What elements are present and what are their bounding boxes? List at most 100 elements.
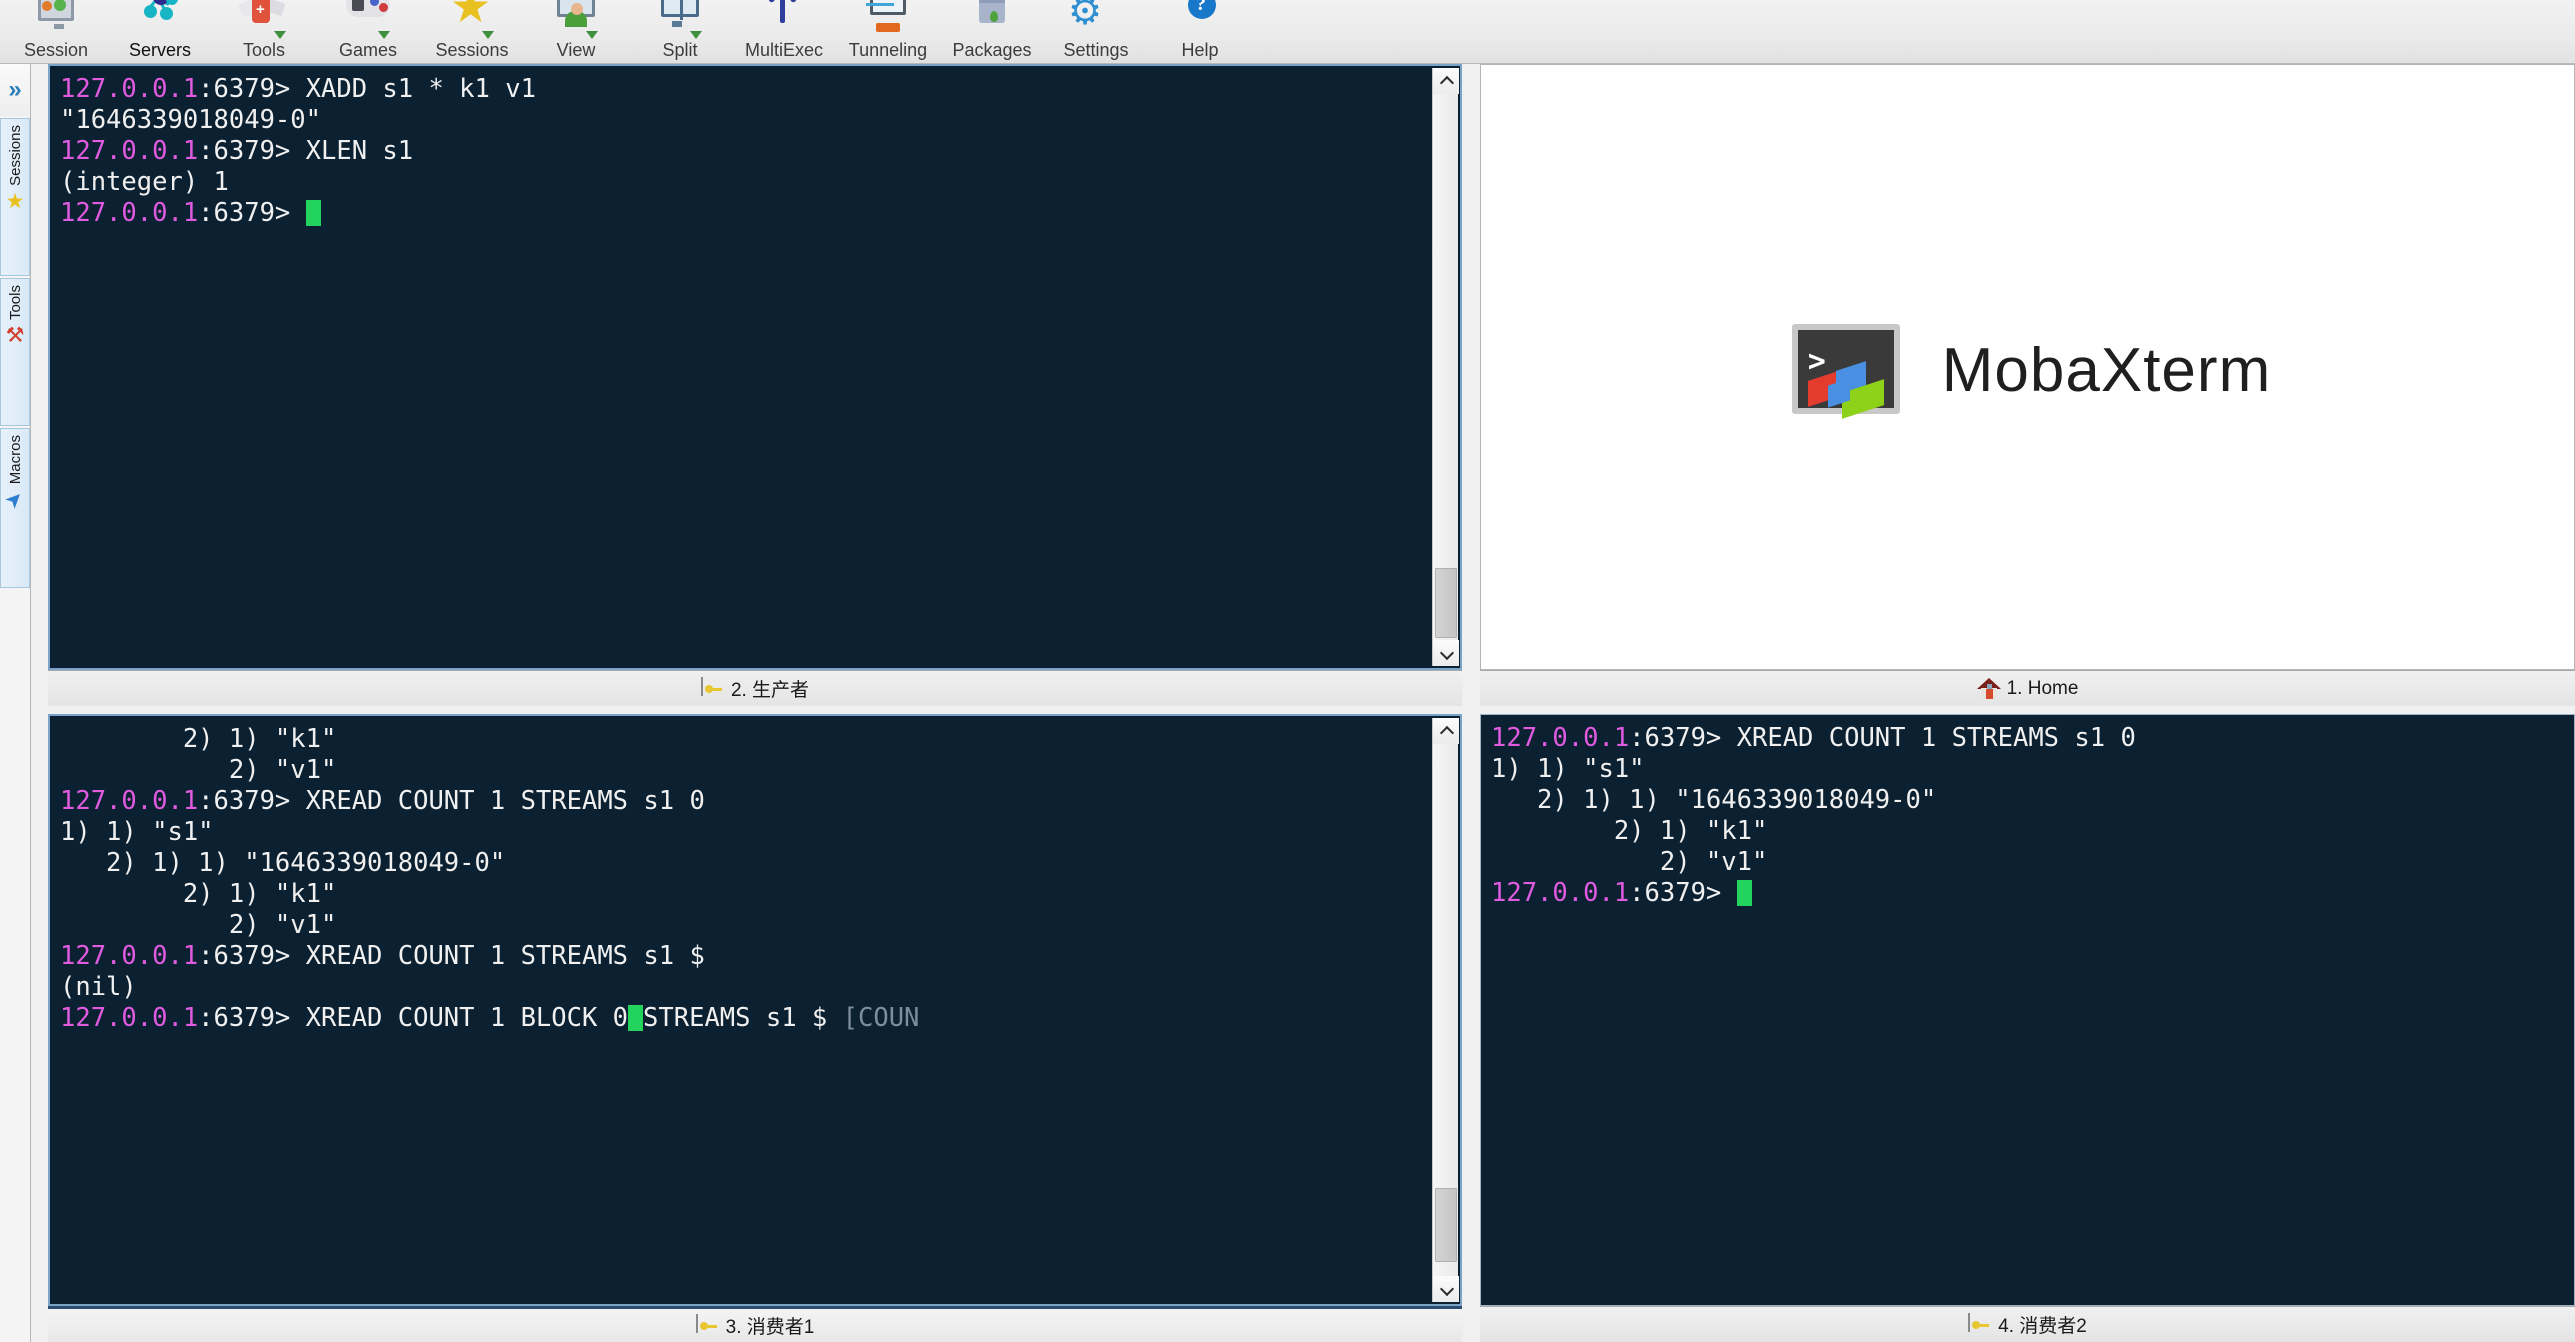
tab-label: 2. 生产者	[730, 680, 810, 701]
sidebar-item-macros[interactable]: Macros ➤	[0, 428, 30, 588]
toolbar-label: Session	[23, 40, 89, 60]
toolbar-label: Tunneling	[848, 40, 928, 60]
toolbar-button-session[interactable]: Session	[4, 0, 108, 63]
key-icon	[695, 1313, 718, 1337]
terminal-text: 1) 1) "s1"	[1491, 754, 1645, 784]
terminal-prompt: 127.0.0.1	[60, 941, 199, 971]
toolbar-label: Tools	[242, 40, 286, 60]
macro-arrow-icon: ➤	[0, 485, 29, 515]
terminal-text: 2) 1) 1) "1646339018049-0"	[1491, 785, 1937, 815]
terminal-line: 2) "v1"	[1491, 847, 2572, 878]
toolbar-label: Servers	[128, 40, 191, 60]
terminal-line: 1) 1) "s1"	[1491, 754, 2572, 785]
toolbar-button-packages[interactable]: Packages	[940, 0, 1044, 63]
sidebar-item-label: Macros	[6, 435, 24, 485]
terminal-line: 1) 1) "s1"	[60, 817, 1432, 848]
terminal-frame-consumer1: 2) 1) "k1" 2) "v1" 127.0.0.1:6379> XREAD …	[48, 714, 1462, 1306]
terminal-cursor	[628, 1005, 644, 1031]
brand-title: MobaXterm	[1941, 335, 2272, 405]
toolbar-button-settings[interactable]: ⚙ Settings	[1044, 0, 1148, 63]
terminal-line: 2) 1) 1) "1646339018049-0"	[1491, 785, 2572, 816]
terminal-text: (integer) 1	[60, 167, 229, 197]
terminal-text: STREAMS s1 $	[643, 1003, 843, 1033]
scrollbar-producer[interactable]	[1432, 68, 1459, 666]
terminal-text: :6379> XREAD COUNT 1 STREAMS s1 $	[198, 941, 705, 971]
scrollbar-thumb[interactable]	[1435, 568, 1457, 638]
terminal-output-consumer1[interactable]: 2) 1) "k1" 2) "v1" 127.0.0.1:6379> XREAD …	[52, 718, 1432, 1302]
main-toolbar: Session Servers Tools Games ★	[0, 0, 2575, 64]
terminal-line: 2) "v1"	[60, 755, 1432, 786]
toolbar-button-multiexec[interactable]: MultiExec	[732, 0, 836, 63]
tabstrip-consumer2[interactable]: 4. 消费者2	[1480, 1306, 2575, 1342]
toolbar-label: Help	[1181, 40, 1219, 60]
tab-label: 4. 消费者2	[1998, 1316, 2087, 1337]
toolbar-button-sessions[interactable]: ★ Sessions	[420, 0, 524, 63]
tab-label: 3. 消费者1	[725, 1317, 815, 1338]
terminal-text: 2) 1) 1) "1646339018049-0"	[60, 848, 506, 878]
tunnel-icon	[862, 0, 914, 41]
swiss-knife-icon	[238, 0, 290, 41]
terminal-line: (integer) 1	[60, 167, 1432, 198]
toolbar-label: Games	[338, 40, 398, 60]
terminal-line: 2) 1) "k1"	[60, 724, 1432, 755]
terminal-line: 2) 1) "k1"	[60, 879, 1432, 910]
terminal-line: 2) 1) 1) "1646339018049-0"	[60, 848, 1432, 879]
toolbar-button-tunneling[interactable]: Tunneling	[836, 0, 940, 63]
terminal-line: 2) "v1"	[60, 910, 1432, 941]
terminal-text: 2) "v1"	[1491, 847, 1768, 877]
sidebar-item-sessions[interactable]: Sessions ★	[0, 118, 30, 276]
fork-icon	[758, 0, 810, 41]
monitor-icon	[30, 0, 82, 41]
help-question-icon	[1174, 0, 1226, 41]
tabstrip-producer[interactable]: 2. 生产者	[48, 670, 1462, 706]
sidebar-item-tools[interactable]: Tools ⚒	[0, 278, 30, 426]
tabstrip-consumer1[interactable]: 3. 消费者1	[48, 1306, 1462, 1342]
terminal-output-producer[interactable]: 127.0.0.1:6379> XADD s1 * k1 v1 "16463390…	[52, 68, 1432, 666]
left-sidebar: » Sessions ★ Tools ⚒ Macros ➤	[0, 64, 31, 1342]
scroll-up-icon[interactable]	[1433, 718, 1459, 744]
panel-consumer2: 127.0.0.1:6379> XREAD COUNT 1 STREAMS s1…	[1480, 714, 2575, 1342]
scrollbar-thumb[interactable]	[1435, 1188, 1457, 1262]
toolbar-button-split[interactable]: Split	[628, 0, 732, 63]
terminal-text: :6379> XADD s1 * k1 v1	[198, 74, 536, 104]
terminal-line: 127.0.0.1:6379> XREAD COUNT 1 STREAMS s1…	[1491, 723, 2572, 754]
toolbar-button-games[interactable]: Games	[316, 0, 420, 63]
toolbar-label: Sessions	[435, 40, 509, 60]
key-icon	[1968, 1312, 1990, 1336]
terminal-text: :6379> XLEN s1	[198, 136, 414, 166]
sidebar-expand-icon[interactable]: »	[0, 64, 30, 116]
gamepad-icon	[342, 0, 394, 41]
servers-node-icon	[134, 0, 186, 41]
toolbar-button-help[interactable]: Help	[1148, 0, 1252, 63]
terminal-text: (nil)	[60, 972, 137, 1002]
scrollbar-consumer1[interactable]	[1432, 718, 1459, 1302]
inline-hint-text: [COUN	[842, 1003, 920, 1033]
terminal-text: :6379> XREAD COUNT 1 BLOCK 0	[198, 1003, 629, 1033]
terminal-prompt: 127.0.0.1	[60, 1003, 199, 1033]
tabstrip-home[interactable]: 1. Home	[1480, 670, 2575, 706]
terminal-line: 127.0.0.1:6379> XREAD COUNT 1 STREAMS s1…	[60, 941, 1432, 972]
terminal-output-consumer2[interactable]: 127.0.0.1:6379> XREAD COUNT 1 STREAMS s1…	[1483, 717, 2572, 1303]
terminal-prompt: 127.0.0.1	[60, 74, 199, 104]
toolbar-button-tools[interactable]: Tools	[212, 0, 316, 63]
scroll-down-icon[interactable]	[1433, 1276, 1459, 1302]
terminal-line: 2) 1) "k1"	[1491, 816, 2572, 847]
sidebar-item-label: Tools	[6, 285, 24, 321]
home-splash: >_ MobaXterm	[1483, 67, 2572, 667]
terminal-frame-home: >_ MobaXterm	[1480, 64, 2575, 670]
scroll-down-icon[interactable]	[1433, 640, 1459, 666]
terminal-line: 127.0.0.1:6379> XREAD COUNT 1 STREAMS s1…	[60, 786, 1432, 817]
scroll-up-icon[interactable]	[1433, 68, 1459, 94]
home-icon	[1976, 677, 2001, 700]
terminal-prompt: 127.0.0.1	[1491, 878, 1630, 908]
view-screen-icon	[550, 0, 602, 41]
sidebar-item-label: Sessions	[6, 125, 24, 186]
terminal-text: 2) "v1"	[60, 910, 337, 940]
toolbar-button-view[interactable]: View	[524, 0, 628, 63]
toolbar-button-servers[interactable]: Servers	[108, 0, 212, 63]
toolbar-label: Packages	[952, 40, 1032, 60]
terminal-line: 127.0.0.1:6379>	[60, 198, 1432, 229]
toolbar-label: MultiExec	[744, 40, 824, 60]
star-icon: ★	[446, 0, 498, 41]
terminal-line: (nil)	[60, 972, 1432, 1003]
